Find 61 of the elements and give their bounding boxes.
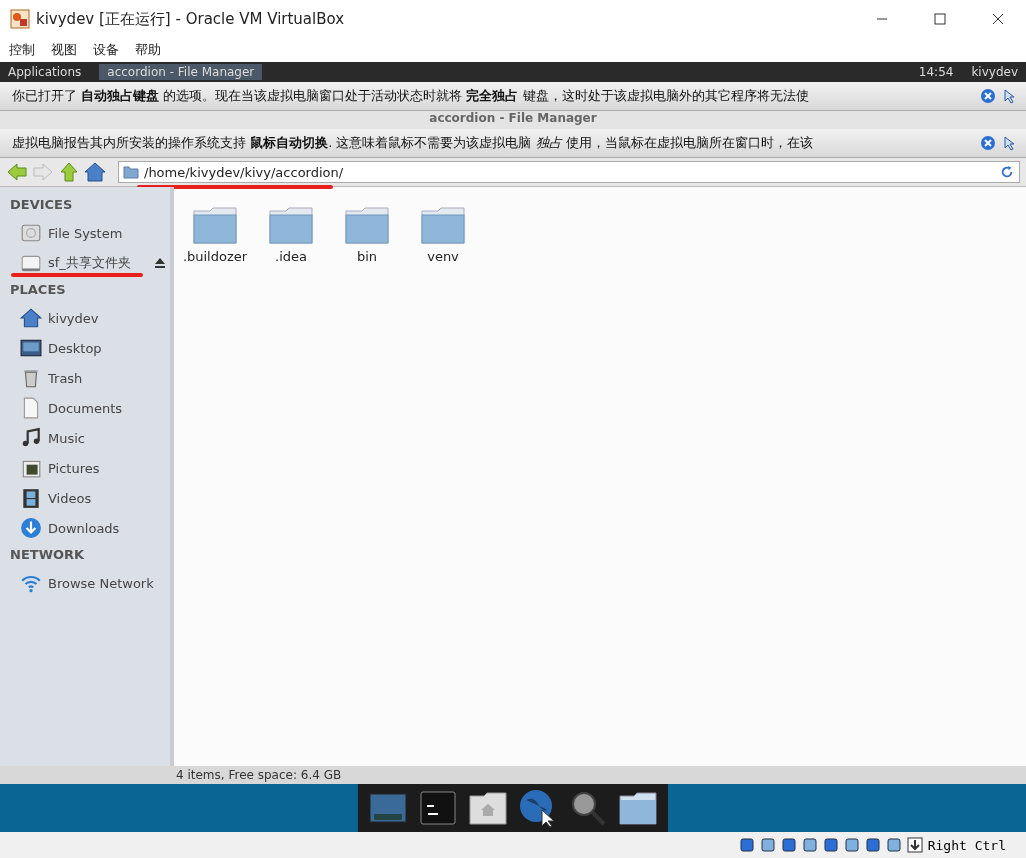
forward-arrow-icon — [32, 161, 54, 183]
sidebar-item[interactable]: Browse Network — [0, 568, 170, 598]
status-indicator-icon[interactable] — [885, 837, 902, 853]
home-icon — [20, 307, 42, 329]
status-indicator-icon[interactable] — [822, 837, 839, 853]
sidebar-item[interactable]: Pictures — [0, 453, 170, 483]
sidebar-item[interactable]: Documents — [0, 393, 170, 423]
downloads-icon — [20, 517, 42, 539]
music-icon — [20, 427, 42, 449]
sidebar-item[interactable]: Music — [0, 423, 170, 453]
sidebar-item[interactable]: Trash — [0, 363, 170, 393]
sidebar-item[interactable]: sf_共享文件夹 — [0, 248, 170, 278]
folder-item[interactable]: venv — [408, 205, 478, 264]
file-manager-title: accordion - File Manager — [429, 111, 597, 125]
menu-item[interactable]: 设备 — [93, 41, 119, 59]
menu-item[interactable]: 帮助 — [135, 41, 161, 59]
host-key-text: Right Ctrl — [927, 837, 1006, 853]
status-indicator-icon[interactable] — [864, 837, 881, 853]
taskbar-button[interactable]: accordion - File Manager — [99, 64, 263, 80]
desktop-icon — [20, 337, 42, 359]
sidebar-item[interactable]: Desktop — [0, 333, 170, 363]
path-text: /home/kivydev/kivy/accordion/ — [144, 164, 344, 180]
notification-text: 虚拟电脑报告其内所安装的操作系统支持 鼠标自动切换. 这意味着鼠标不需要为该虚拟电脑 独占 使用，当鼠标在虚拟电脑所在窗口时，在该 — [12, 134, 814, 152]
folder-icon — [192, 205, 238, 245]
folder-item[interactable]: .idea — [256, 205, 326, 264]
folder-icon — [344, 205, 390, 245]
folder-item[interactable]: bin — [332, 205, 402, 264]
up-arrow-icon[interactable] — [58, 161, 80, 183]
clock-text: 14:54 — [918, 65, 954, 79]
section-heading: PLACES — [9, 281, 67, 299]
sidebar-item[interactable]: File System — [0, 218, 170, 248]
status-indicator-icon[interactable] — [780, 837, 797, 853]
back-arrow-icon[interactable] — [6, 161, 28, 183]
sidebar-item[interactable]: Downloads — [0, 513, 170, 543]
menu-item[interactable]: 视图 — [51, 41, 77, 59]
sidebar-item[interactable]: kivydev — [0, 303, 170, 333]
status-indicator-icon[interactable] — [738, 837, 755, 853]
down-arrow-icon — [906, 837, 923, 853]
menu-item[interactable]: 控制 — [9, 41, 35, 59]
applications-menu[interactable]: Applications — [8, 65, 82, 79]
refresh-icon[interactable] — [999, 165, 1015, 179]
sidebar-item[interactable]: Videos — [0, 483, 170, 513]
status-indicator-icon[interactable] — [759, 837, 776, 853]
status-indicator-icon[interactable] — [843, 837, 860, 853]
folder-icon — [268, 205, 314, 245]
user-menu[interactable]: kivydev — [971, 65, 1018, 79]
folder-icon — [420, 205, 466, 245]
folder-item[interactable]: .buildozer — [180, 205, 250, 264]
terminal-icon[interactable] — [418, 788, 458, 828]
status-text: 4 items, Free space: 6.4 GB — [176, 768, 342, 782]
folder-icon — [123, 165, 139, 179]
maximize-icon[interactable] — [934, 13, 946, 25]
section-heading: NETWORK — [9, 546, 86, 564]
section-heading: DEVICES — [9, 196, 74, 214]
notification-text: 你已打开了 自动独占键盘 的选项。现在当该虚拟电脑窗口处于活动状态时就将 完全独占 键盘，这时处于该虚拟电脑外的其它程序将无法使 — [12, 87, 810, 105]
window-title: kivydev [正在运行] - Oracle VM VirtualBox — [36, 9, 345, 29]
status-indicator-icon[interactable] — [801, 837, 818, 853]
app-logo-icon — [10, 9, 30, 29]
close-icon[interactable] — [992, 13, 1004, 25]
videos-icon — [20, 487, 42, 509]
eject-icon[interactable] — [154, 257, 166, 269]
